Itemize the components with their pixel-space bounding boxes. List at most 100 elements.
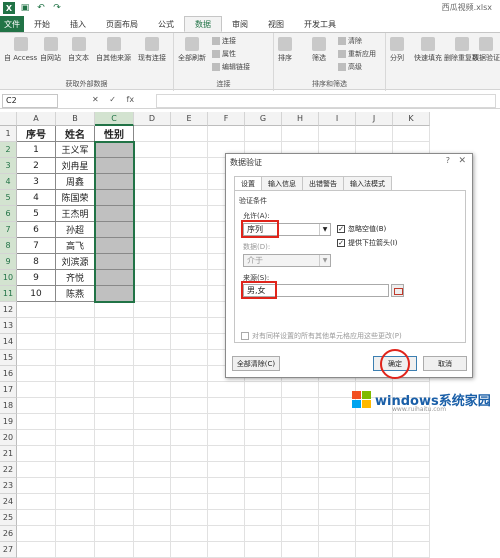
cell-b12[interactable] bbox=[56, 302, 95, 318]
row-header-1[interactable]: 1 bbox=[0, 126, 17, 142]
cell-j24[interactable] bbox=[356, 494, 393, 510]
cell-e11[interactable] bbox=[171, 286, 208, 302]
cell-c25[interactable] bbox=[95, 510, 134, 526]
cell-a16[interactable] bbox=[17, 366, 56, 382]
row-header-15[interactable]: 15 bbox=[0, 350, 17, 366]
cell-b21[interactable] bbox=[56, 446, 95, 462]
save-icon[interactable]: ▣ bbox=[19, 2, 31, 14]
enter-icon[interactable]: ✓ bbox=[109, 95, 116, 104]
range-select-icon[interactable] bbox=[391, 284, 404, 297]
undo-icon[interactable]: ↶ bbox=[35, 2, 47, 14]
tab-data[interactable]: 数据 bbox=[184, 16, 222, 32]
column-header-c[interactable]: C bbox=[95, 112, 134, 126]
row-header-16[interactable]: 16 bbox=[0, 366, 17, 382]
cell-i25[interactable] bbox=[319, 510, 356, 526]
tab-developer[interactable]: 开发工具 bbox=[294, 16, 346, 32]
cell-e26[interactable] bbox=[171, 526, 208, 542]
row-header-13[interactable]: 13 bbox=[0, 318, 17, 334]
tab-page-layout[interactable]: 页面布局 bbox=[96, 16, 148, 32]
cell-c19[interactable] bbox=[95, 414, 134, 430]
row-header-17[interactable]: 17 bbox=[0, 382, 17, 398]
cell-h25[interactable] bbox=[282, 510, 319, 526]
cell-h19[interactable] bbox=[282, 414, 319, 430]
cell-e14[interactable] bbox=[171, 334, 208, 350]
tab-view[interactable]: 视图 bbox=[258, 16, 294, 32]
cell-c22[interactable] bbox=[95, 462, 134, 478]
from-access-button[interactable]: 自 Access bbox=[4, 37, 37, 63]
cell-c26[interactable] bbox=[95, 526, 134, 542]
refresh-all-button[interactable]: 全部刷新 bbox=[178, 37, 206, 63]
tab-input-message[interactable]: 输入信息 bbox=[261, 176, 303, 190]
cell-d3[interactable] bbox=[134, 158, 171, 174]
cell-g27[interactable] bbox=[245, 542, 282, 558]
cell-j21[interactable] bbox=[356, 446, 393, 462]
connections-button[interactable]: 连接 bbox=[212, 36, 236, 46]
cell-b24[interactable] bbox=[56, 494, 95, 510]
cell-f27[interactable] bbox=[208, 542, 245, 558]
cell-e19[interactable] bbox=[171, 414, 208, 430]
cell-k1[interactable] bbox=[393, 126, 430, 142]
cell-a26[interactable] bbox=[17, 526, 56, 542]
cell-g26[interactable] bbox=[245, 526, 282, 542]
properties-button[interactable]: 属性 bbox=[212, 49, 236, 59]
cell-e15[interactable] bbox=[171, 350, 208, 366]
cell-e2[interactable] bbox=[171, 142, 208, 158]
row-header-18[interactable]: 18 bbox=[0, 398, 17, 414]
row-header-24[interactable]: 24 bbox=[0, 494, 17, 510]
cell-b15[interactable] bbox=[56, 350, 95, 366]
cell-f25[interactable] bbox=[208, 510, 245, 526]
cell-b16[interactable] bbox=[56, 366, 95, 382]
cell-c13[interactable] bbox=[95, 318, 134, 334]
cell-c23[interactable] bbox=[95, 478, 134, 494]
cell-k23[interactable] bbox=[393, 478, 430, 494]
row-header-26[interactable]: 26 bbox=[0, 526, 17, 542]
cell-e23[interactable] bbox=[171, 478, 208, 494]
cell-e16[interactable] bbox=[171, 366, 208, 382]
row-header-4[interactable]: 4 bbox=[0, 174, 17, 190]
select-all-corner[interactable] bbox=[0, 112, 17, 126]
cell-e12[interactable] bbox=[171, 302, 208, 318]
row-header-23[interactable]: 23 bbox=[0, 478, 17, 494]
tab-insert[interactable]: 插入 bbox=[60, 16, 96, 32]
row-header-25[interactable]: 25 bbox=[0, 510, 17, 526]
cell-b27[interactable] bbox=[56, 542, 95, 558]
cell-g24[interactable] bbox=[245, 494, 282, 510]
cell-h17[interactable] bbox=[282, 382, 319, 398]
cell-b17[interactable] bbox=[56, 382, 95, 398]
cell-a14[interactable] bbox=[17, 334, 56, 350]
cell-d6[interactable] bbox=[134, 206, 171, 222]
cell-a13[interactable] bbox=[17, 318, 56, 334]
cell-a20[interactable] bbox=[17, 430, 56, 446]
close-icon[interactable]: ✕ bbox=[458, 156, 466, 166]
cell-a6[interactable]: 5 bbox=[17, 206, 56, 222]
cell-d8[interactable] bbox=[134, 238, 171, 254]
row-header-10[interactable]: 10 bbox=[0, 270, 17, 286]
column-header-k[interactable]: K bbox=[393, 112, 430, 126]
cell-g20[interactable] bbox=[245, 430, 282, 446]
cell-k26[interactable] bbox=[393, 526, 430, 542]
cell-e25[interactable] bbox=[171, 510, 208, 526]
cell-e9[interactable] bbox=[171, 254, 208, 270]
cell-b9[interactable]: 刘滨源 bbox=[56, 254, 95, 270]
in-cell-dropdown-checkbox[interactable]: ✓ 提供下拉箭头(I) bbox=[337, 238, 398, 248]
cell-i27[interactable] bbox=[319, 542, 356, 558]
from-text-button[interactable]: 自文本 bbox=[68, 37, 89, 63]
cell-b10[interactable]: 齐悦 bbox=[56, 270, 95, 286]
cell-f20[interactable] bbox=[208, 430, 245, 446]
row-header-19[interactable]: 19 bbox=[0, 414, 17, 430]
cell-a2[interactable]: 1 bbox=[17, 142, 56, 158]
tab-file[interactable]: 文件 bbox=[0, 16, 24, 32]
cell-f26[interactable] bbox=[208, 526, 245, 542]
cell-a17[interactable] bbox=[17, 382, 56, 398]
cell-e10[interactable] bbox=[171, 270, 208, 286]
cell-c16[interactable] bbox=[95, 366, 134, 382]
cell-d14[interactable] bbox=[134, 334, 171, 350]
cell-g23[interactable] bbox=[245, 478, 282, 494]
cell-f24[interactable] bbox=[208, 494, 245, 510]
cell-c1[interactable]: 性别 bbox=[95, 126, 134, 142]
cell-d18[interactable] bbox=[134, 398, 171, 414]
cell-d10[interactable] bbox=[134, 270, 171, 286]
cell-e22[interactable] bbox=[171, 462, 208, 478]
from-web-button[interactable]: 自网站 bbox=[40, 37, 61, 63]
cell-b5[interactable]: 陈国荣 bbox=[56, 190, 95, 206]
